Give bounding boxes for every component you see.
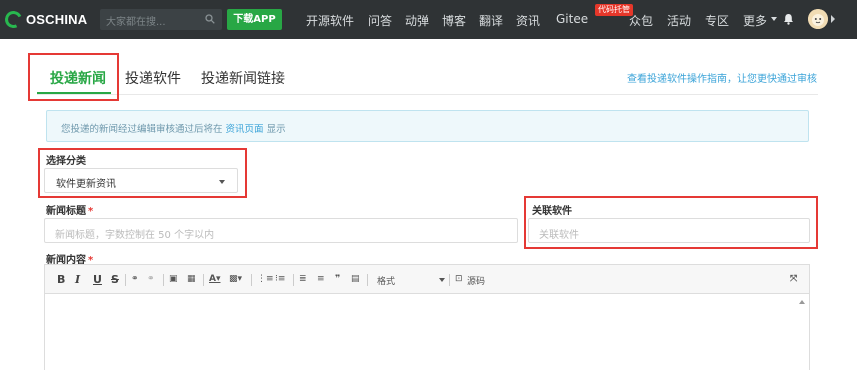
strikethrough-button[interactable]: S <box>111 273 119 286</box>
notice-link[interactable]: 资讯页面 <box>226 124 264 135</box>
nav-item-open-source[interactable]: 开源软件 <box>306 12 354 29</box>
content-editor[interactable] <box>44 294 810 370</box>
unlink-icon[interactable]: ⚭ <box>147 274 155 284</box>
nav-item-qa[interactable]: 问答 <box>368 12 392 29</box>
highlight-box-category <box>38 148 247 198</box>
toolbar-divider <box>251 274 252 286</box>
notice-text: 您投递的新闻经过编辑审核通过后将在 <box>61 124 223 135</box>
source-icon[interactable]: ⊡ <box>455 274 463 284</box>
highlight-box-tab <box>28 53 119 101</box>
nav-item-tweets[interactable]: 动弹 <box>405 12 429 29</box>
required-mark: * <box>88 206 94 217</box>
nav-item-events[interactable]: 活动 <box>667 12 691 29</box>
title-label: 新闻标题 * <box>46 206 94 217</box>
align-left-icon[interactable]: ≣ <box>299 274 307 284</box>
toolbar-divider <box>293 274 294 286</box>
toolbar-divider <box>367 274 368 286</box>
news-title-placeholder: 新闻标题，字数控制在 50 个字以内 <box>55 230 215 241</box>
underline-button[interactable]: U <box>93 273 102 286</box>
nav-item-crowdsourcing[interactable]: 众包 <box>629 12 653 29</box>
toolbar-divider <box>125 274 126 286</box>
align-center-icon[interactable]: ≡ <box>317 274 325 284</box>
code-block-icon[interactable]: ▤ <box>351 274 360 284</box>
blockquote-icon[interactable]: ❞ <box>335 274 340 284</box>
tab-submit-software[interactable]: 投递软件 <box>125 68 181 88</box>
notice-suffix: 显示 <box>266 124 286 135</box>
news-title-input[interactable]: 新闻标题，字数控制在 50 个字以内 <box>44 218 518 243</box>
nav-item-news[interactable]: 资讯 <box>516 12 540 29</box>
guide-link[interactable]: 查看投递软件操作指南，让您更快通过审核 <box>627 70 817 85</box>
toolbar-divider <box>163 274 164 286</box>
nav-item-zone[interactable]: 专区 <box>705 12 729 29</box>
editor-toolbar: B I U S ⚭ ⚭ ▣ ▦ A▾ ▩▾ ⋮≡ ⁝≡ ≣ ≡ ❞ ▤ 格式 ⊡… <box>44 264 810 294</box>
logo-text: OSCHINA <box>26 12 88 27</box>
source-button[interactable]: 源码 <box>467 274 485 287</box>
search-input[interactable]: 大家都在搜... <box>100 9 222 30</box>
logo[interactable]: OSCHINA <box>2 8 88 31</box>
avatar-caret-icon[interactable] <box>831 15 835 23</box>
tab-submit-news-link[interactable]: 投递新闻链接 <box>201 68 285 88</box>
gitee-badge: 代码托管 <box>595 4 633 16</box>
toolbar-divider <box>449 274 450 286</box>
search-placeholder: 大家都在搜... <box>106 17 166 28</box>
scroll-up-icon[interactable] <box>799 300 805 304</box>
bullet-list-icon[interactable]: ⁝≡ <box>275 274 285 284</box>
nav-item-more[interactable]: 更多 <box>743 12 767 29</box>
text-color-icon[interactable]: A▾ <box>209 274 220 284</box>
bg-color-icon[interactable]: ▩▾ <box>229 274 242 284</box>
more-caret-icon <box>771 17 777 21</box>
tabs-divider <box>37 94 818 95</box>
nav-item-gitee[interactable]: Gitee <box>556 12 588 26</box>
link-icon[interactable]: ⚭ <box>131 274 139 284</box>
table-icon[interactable]: ▦ <box>187 274 196 284</box>
nav-item-translate[interactable]: 翻译 <box>479 12 503 29</box>
fullscreen-icon[interactable]: ⤧ <box>790 274 797 284</box>
top-navbar: OSCHINA 大家都在搜... 下载APP 开源软件 问答 动弹 博客 翻译 … <box>0 0 857 39</box>
bold-button[interactable]: B <box>57 273 65 286</box>
toolbar-divider <box>203 274 204 286</box>
format-caret-icon <box>439 278 445 282</box>
download-app-button[interactable]: 下载APP <box>227 9 282 30</box>
highlight-box-related <box>524 196 818 249</box>
image-icon[interactable]: ▣ <box>169 274 178 284</box>
notice-banner: 您投递的新闻经过编辑审核通过后将在 资讯页面 显示 <box>46 110 809 142</box>
avatar[interactable] <box>808 9 828 29</box>
format-select[interactable]: 格式 <box>377 274 395 287</box>
search-icon[interactable] <box>205 14 215 24</box>
logo-mark-icon <box>2 8 25 31</box>
italic-button[interactable]: I <box>75 273 80 286</box>
ordered-list-icon[interactable]: ⋮≡ <box>257 274 274 284</box>
bell-icon[interactable] <box>783 13 794 25</box>
nav-item-blog[interactable]: 博客 <box>442 12 466 29</box>
